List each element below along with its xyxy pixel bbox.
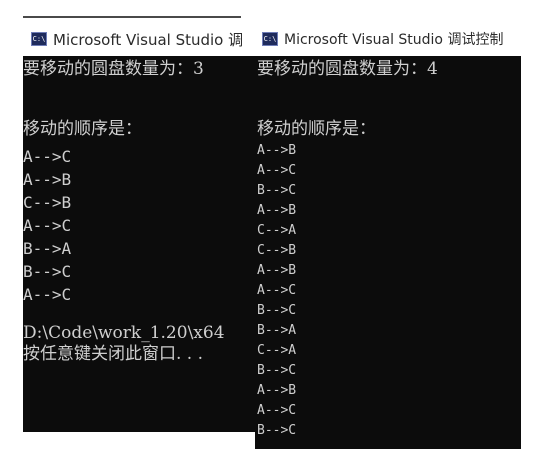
move-line: B-->C [257, 303, 297, 318]
move-line: A-->C [23, 147, 72, 166]
move-line: A-->B [257, 203, 297, 218]
move-line: B-->C [23, 262, 72, 281]
right-window-title: Microsoft Visual Studio 调试控制 [284, 32, 504, 48]
move-line: B-->C [257, 423, 297, 438]
window-top-border [23, 16, 241, 18]
move-line: A-->C [257, 163, 297, 178]
move-line: A-->C [23, 216, 72, 235]
move-line: A-->C [23, 285, 72, 304]
console-app-icon: C:\ [31, 32, 47, 46]
disk-count-line: 要移动的圆盘数量为：4 [257, 59, 438, 79]
left-console-output[interactable]: 要移动的圆盘数量为：3 移动的顺序是： A-->C A-->B C-->B A-… [23, 56, 255, 432]
move-line: B-->C [257, 183, 297, 198]
move-line: C-->A [257, 223, 297, 238]
move-line: B-->C [257, 363, 297, 378]
press-any-key-line: 按任意键关闭此窗口. . . [23, 344, 204, 364]
move-line: C-->A [257, 343, 297, 358]
move-line: B-->A [23, 239, 72, 258]
move-line: B-->A [257, 323, 297, 338]
move-line: A-->C [257, 283, 297, 298]
move-line: A-->B [257, 143, 297, 158]
move-line: A-->B [257, 383, 297, 398]
right-window-titlebar[interactable]: C:\ Microsoft Visual Studio 调试控制 [262, 28, 548, 50]
console-app-icon: C:\ [262, 32, 278, 46]
move-line: C-->B [257, 243, 297, 258]
move-order-header: 移动的顺序是： [257, 119, 376, 139]
move-line: A-->C [257, 403, 297, 418]
move-line: A-->B [257, 263, 297, 278]
move-line: A-->B [23, 170, 72, 189]
disk-count-line: 要移动的圆盘数量为：3 [23, 59, 204, 79]
left-window-titlebar[interactable]: C:\ Microsoft Visual Studio 调 [31, 28, 255, 50]
move-order-header: 移动的顺序是： [23, 119, 142, 139]
left-window-title: Microsoft Visual Studio 调 [53, 30, 244, 49]
exit-path-line: D:\Code\work_1.20\x64 [23, 323, 225, 343]
screenshot-root: C:\ Microsoft Visual Studio 调 C:\ Micros… [0, 0, 554, 449]
move-line: C-->B [23, 193, 72, 212]
right-console-output[interactable]: 要移动的圆盘数量为：4 移动的顺序是： A-->B A-->C B-->C A-… [255, 56, 521, 449]
